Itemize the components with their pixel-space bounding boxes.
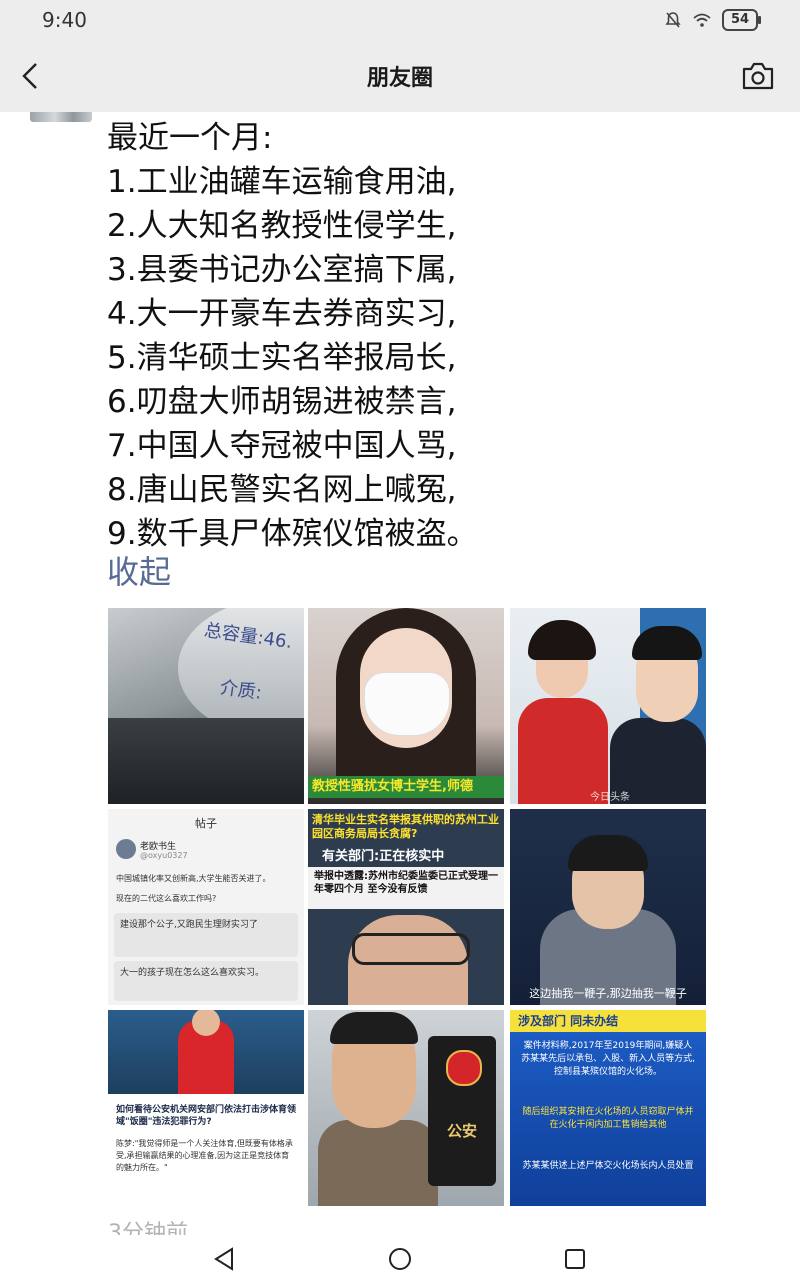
post-line: 4.大一开豪车去券商实习, (107, 296, 457, 332)
status-time: 9:40 (42, 8, 87, 32)
post-line: 6.叨盘大师胡锡进被禁言, (107, 384, 457, 420)
hair (528, 620, 596, 660)
user-avatar (116, 839, 136, 859)
photo-masked-woman[interactable]: 教授性骚扰女博士学生,师德 (308, 608, 504, 804)
nav-recents-icon[interactable] (560, 1244, 590, 1274)
photo-forum-post[interactable]: 帖子 老欧书生 @oxyu0327 中国城镇化率又创新高,大学生能否关进了。 现… (108, 809, 304, 1005)
mask (364, 672, 450, 736)
status-bar: 9:40 54 (0, 0, 800, 40)
post-line: 8.唐山民警实名网上喊冤, (107, 472, 457, 508)
header-bar: 朋友圈 (0, 40, 800, 112)
forum-title: 帖子 (195, 817, 217, 830)
reply-text: 大一的孩子现在怎么这么喜欢实习。 (120, 968, 265, 978)
video-subtitle: 这边抽我一鞭子,那边抽我一鞭子 (529, 987, 687, 1000)
photo-police-officer[interactable]: 公安 (308, 1010, 504, 1206)
page-title: 朋友圈 (366, 66, 433, 91)
jacket (318, 1120, 438, 1206)
case-banner: 涉及部门 同未办结 (510, 1010, 706, 1032)
reply-box: 建设那个公子,又跑民生理财实习了 (114, 913, 298, 957)
post-line: 2.人大知名教授性侵学生, (107, 208, 457, 244)
police-id-text: 公安 (446, 1122, 477, 1140)
truck-shadow (108, 718, 304, 804)
photo-caption: 教授性骚扰女博士学生,师德 (308, 776, 504, 798)
post-text: 最近一个月: 1.工业油罐车运输食用油, 2.人大知名教授性侵学生, 3.县委书… (107, 116, 747, 556)
forum-question: 中国城镇化率又创新高,大学生能否关进了。 (116, 874, 271, 883)
mute-bell-icon (665, 12, 681, 28)
news-subhead: 有关部门:正在核实中 (322, 849, 445, 864)
photo-report-news[interactable]: 清华毕业生实名举报其供职的苏州工业园区商务局局长贪腐? 有关部门:正在核实中 举… (308, 809, 504, 1005)
post-line: 7.中国人夺冠被中国人骂, (107, 428, 457, 464)
post-line: 9.数千具尸体殡仪馆被盗。 (107, 516, 478, 552)
case-body: 随后组织其安排在火化场的人员窃取尸体并在火化干闲内加工售销给其他 (522, 1107, 694, 1130)
chevron-left-icon (22, 63, 37, 89)
reply-text: 建设那个公子,又跑民生理财实习了 (120, 920, 258, 930)
avatar[interactable] (30, 112, 92, 122)
news-sub: 陈梦:"我觉得师是一个人关注体育,但既要有体格承受,承担输赢结果的心理准备,因为… (116, 1139, 293, 1172)
case-body: 案件材料称,2017年至2019年期间,嫌疑人苏某某先后以承包、入股、新入人员等… (521, 1041, 695, 1077)
forum-handle: @oxyu0327 (140, 851, 188, 860)
photo-grid: 总容量:46. 介质: 教授性骚扰女博士学生,师德 今日头条 帖子 老欧书生 @… (108, 608, 708, 1208)
post-line: 1.工业油罐车运输食用油, (107, 164, 457, 200)
status-icons: 54 (664, 9, 761, 31)
hair (330, 1012, 418, 1044)
watermark: 今日头条 (590, 792, 630, 803)
nav-home-icon[interactable] (385, 1244, 415, 1274)
post-line: 最近一个月: (107, 120, 273, 156)
post-line: 5.清华硕士实名举报局长, (107, 340, 457, 376)
photo-case-document[interactable]: 涉及部门 同未办结 案件材料称,2017年至2019年期间,嫌疑人苏某某先后以承… (510, 1010, 706, 1206)
police-id: 公安 (428, 1036, 496, 1186)
photo-officials[interactable]: 今日头条 (510, 608, 706, 804)
collapse-link[interactable]: 收起 (107, 547, 171, 593)
news-headline: 清华毕业生实名举报其供职的苏州工业园区商务局局长贪腐? (312, 813, 499, 840)
post-time: 3分钟前 (108, 1221, 188, 1235)
reply-box: 大一的孩子现在怎么这么喜欢实习。 (114, 961, 298, 1001)
case-banner-text: 涉及部门 同未办结 (518, 1014, 619, 1028)
photo-oil-tanker[interactable]: 总容量:46. 介质: (108, 608, 304, 804)
news-note-box: 举报中透露:苏州市纪委监委已正式受理一年零四个月 至今没有反馈 (308, 867, 504, 909)
post-line: 3.县委书记办公室搞下属, (107, 252, 457, 288)
hair (568, 835, 648, 871)
glasses (352, 933, 470, 965)
news-headline: 如何看待公安机关网安部门依法打击涉体育领域"饭圈"违法犯罪行为? (116, 1105, 297, 1127)
battery-indicator: 54 (722, 9, 761, 31)
wifi-icon (693, 13, 711, 27)
nav-back-icon[interactable] (210, 1244, 240, 1274)
photo-table-tennis[interactable]: 如何看待公安机关网安部门依法打击涉体育领域"饭圈"违法犯罪行为? 陈梦:"我觉得… (108, 1010, 304, 1206)
camera-button[interactable] (740, 60, 776, 92)
back-button[interactable] (14, 58, 50, 94)
system-nav-bar (0, 1236, 800, 1280)
police-emblem-icon (446, 1050, 482, 1086)
camera-icon (742, 62, 774, 90)
forum-sub: 现在的二代这么喜欢工作吗? (116, 894, 217, 903)
news-note: 举报中透露:苏州市纪委监委已正式受理一年零四个月 至今没有反馈 (314, 871, 498, 895)
photo-speaker[interactable]: 这边抽我一鞭子,那边抽我一鞭子 (510, 809, 706, 1005)
case-body: 苏某某供述上述尸体交火化场长内人员处置 (522, 1161, 694, 1171)
